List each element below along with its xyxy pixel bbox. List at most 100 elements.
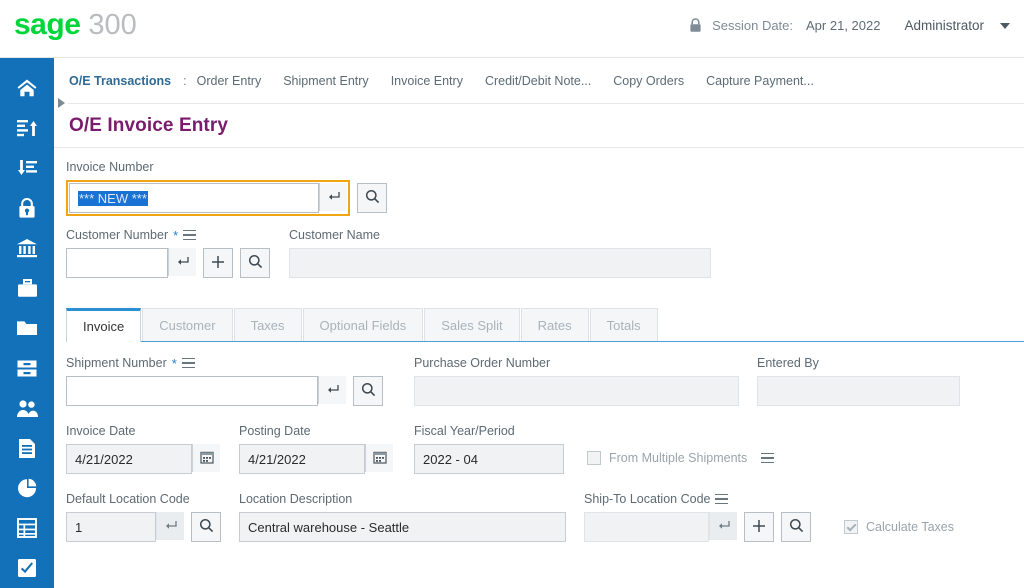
ship-to-location-code-input-group[interactable] — [584, 512, 737, 542]
customer-number-finder-button[interactable] — [240, 248, 270, 278]
posting-date-value: 4/21/2022 — [248, 452, 364, 467]
sidebar-item-bank-services[interactable] — [0, 228, 54, 268]
customer-number-label-text: Customer Number — [66, 228, 168, 242]
customer-number-new-button[interactable] — [203, 248, 233, 278]
customer-number-menu-icon[interactable] — [183, 230, 196, 241]
sage-logo[interactable]: sage 300 — [14, 10, 137, 40]
sidebar-item-inventory-control[interactable] — [0, 348, 54, 388]
calendar-icon — [200, 450, 214, 467]
tab-sales-split[interactable]: Sales Split — [424, 308, 519, 341]
calendar-icon — [373, 450, 387, 467]
left-nav-sidebar[interactable] — [0, 58, 54, 588]
customer-name-input — [289, 248, 711, 278]
breadcrumb-root[interactable]: O/E Transactions — [69, 74, 171, 88]
calculate-taxes-checkbox[interactable] — [844, 520, 858, 534]
tab-optional-fields[interactable]: Optional Fields — [303, 308, 424, 341]
invoice-date-calendar-button[interactable] — [192, 444, 220, 472]
fiscal-year-period-input[interactable]: 2022 - 04 — [414, 444, 564, 474]
checkmark-icon — [846, 521, 856, 531]
shipment-number-enter-button[interactable] — [318, 376, 346, 404]
default-location-code-enter-button[interactable] — [156, 512, 184, 540]
session-date-value: Apr 21, 2022 — [806, 18, 880, 33]
invoice-number-input[interactable]: *** NEW *** — [69, 183, 319, 213]
posting-date-input[interactable]: 4/21/2022 — [239, 444, 365, 474]
breadcrumb-item-shipment-entry[interactable]: Shipment Entry — [283, 74, 368, 88]
breadcrumb-item-invoice-entry[interactable]: Invoice Entry — [391, 74, 463, 88]
top-brand-bar: sage 300 Session Date: Apr 21, 2022 Admi… — [0, 0, 1024, 58]
tab-totals[interactable]: Totals — [590, 308, 658, 341]
invoice-date-input-group[interactable]: 4/21/2022 — [66, 444, 220, 474]
invoice-number-finder-button[interactable] — [357, 183, 387, 213]
tab-rates-label: Rates — [538, 318, 572, 333]
ship-to-location-code-field-group: Ship-To Location Code — [584, 492, 811, 542]
ship-to-location-code-enter-button[interactable] — [709, 512, 737, 540]
shipment-number-input-group[interactable] — [66, 376, 346, 406]
sidebar-item-reports[interactable] — [0, 468, 54, 508]
default-location-code-input[interactable]: 1 — [66, 512, 156, 542]
search-icon — [361, 382, 376, 400]
breadcrumb: O/E Transactions : Order Entry Shipment … — [54, 58, 1024, 104]
posting-date-label: Posting Date — [239, 424, 393, 438]
tab-optional-fields-label: Optional Fields — [320, 318, 407, 333]
tab-rates[interactable]: Rates — [521, 308, 589, 341]
from-multiple-shipments-menu-icon[interactable] — [761, 453, 774, 464]
search-icon — [248, 254, 263, 272]
sidebar-item-accounts-receivable[interactable] — [0, 148, 54, 188]
from-multiple-shipments-label: From Multiple Shipments — [609, 451, 747, 465]
shipment-number-finder-button[interactable] — [353, 376, 383, 406]
sidebar-expand-toggle[interactable] — [54, 93, 68, 113]
customer-number-input-group[interactable] — [66, 248, 196, 278]
invoice-number-enter-button[interactable] — [319, 183, 347, 211]
shipment-number-input[interactable] — [66, 376, 318, 406]
default-location-code-input-group[interactable]: 1 — [66, 512, 184, 542]
customer-number-field-group: Customer Number * — [66, 228, 270, 278]
posting-date-calendar-button[interactable] — [365, 444, 393, 472]
sidebar-item-administrative-services[interactable] — [0, 188, 54, 228]
tab-invoice[interactable]: Invoice — [66, 308, 141, 342]
sidebar-item-customers[interactable] — [0, 388, 54, 428]
lock-icon — [689, 18, 702, 33]
from-multiple-shipments-checkbox[interactable] — [587, 451, 601, 465]
enter-arrow-icon — [327, 190, 340, 205]
invoice-date-value: 4/21/2022 — [75, 452, 191, 467]
default-location-code-finder-button[interactable] — [191, 512, 221, 542]
customer-number-input[interactable] — [66, 248, 168, 278]
tab-customer[interactable]: Customer — [142, 308, 232, 341]
breadcrumb-item-copy-orders[interactable]: Copy Orders — [613, 74, 684, 88]
location-description-field-group: Location Description Central warehouse -… — [239, 492, 566, 542]
posting-date-input-group[interactable]: 4/21/2022 — [239, 444, 393, 474]
sidebar-item-financial-reporter[interactable] — [0, 508, 54, 548]
sidebar-item-home[interactable] — [0, 68, 54, 108]
location-description-label: Location Description — [239, 492, 566, 506]
ship-to-location-code-finder-button[interactable] — [781, 512, 811, 542]
header-right-group: Session Date: Apr 21, 2022 Administrator — [689, 18, 1010, 33]
tab-taxes[interactable]: Taxes — [234, 308, 302, 341]
breadcrumb-item-credit-debit-note[interactable]: Credit/Debit Note... — [485, 74, 591, 88]
user-menu-label[interactable]: Administrator — [904, 18, 984, 33]
sidebar-item-general-ledger[interactable] — [0, 308, 54, 348]
ship-to-location-code-new-button[interactable] — [744, 512, 774, 542]
lock-security-icon — [17, 198, 37, 219]
purchase-order-number-input — [414, 376, 739, 406]
bank-icon — [16, 238, 38, 258]
chevron-down-icon[interactable] — [1000, 23, 1010, 29]
search-icon — [365, 189, 380, 207]
breadcrumb-item-order-entry[interactable]: Order Entry — [197, 74, 262, 88]
required-indicator: * — [173, 229, 178, 242]
location-description-input[interactable]: Central warehouse - Seattle — [239, 512, 566, 542]
customer-number-enter-button[interactable] — [168, 248, 196, 276]
sidebar-item-order-entry[interactable] — [0, 428, 54, 468]
calculate-taxes-label: Calculate Taxes — [866, 520, 954, 534]
sidebar-item-common-services[interactable] — [0, 268, 54, 308]
breadcrumb-item-capture-payment[interactable]: Capture Payment... — [706, 74, 814, 88]
invoice-number-input-group[interactable]: *** NEW *** — [69, 183, 347, 213]
invoice-date-input[interactable]: 4/21/2022 — [66, 444, 192, 474]
ship-to-location-code-menu-icon[interactable] — [715, 494, 728, 505]
sidebar-item-accounts-payable[interactable] — [0, 108, 54, 148]
page-title: O/E Invoice Entry — [69, 115, 228, 137]
ship-to-location-code-input[interactable] — [584, 512, 709, 542]
fiscal-year-period-label: Fiscal Year/Period — [414, 424, 564, 438]
shipment-number-menu-icon[interactable] — [182, 358, 195, 369]
tab-strip[interactable]: Invoice Customer Taxes Optional Fields S… — [66, 308, 1024, 342]
sidebar-item-tax-services[interactable] — [0, 548, 54, 588]
